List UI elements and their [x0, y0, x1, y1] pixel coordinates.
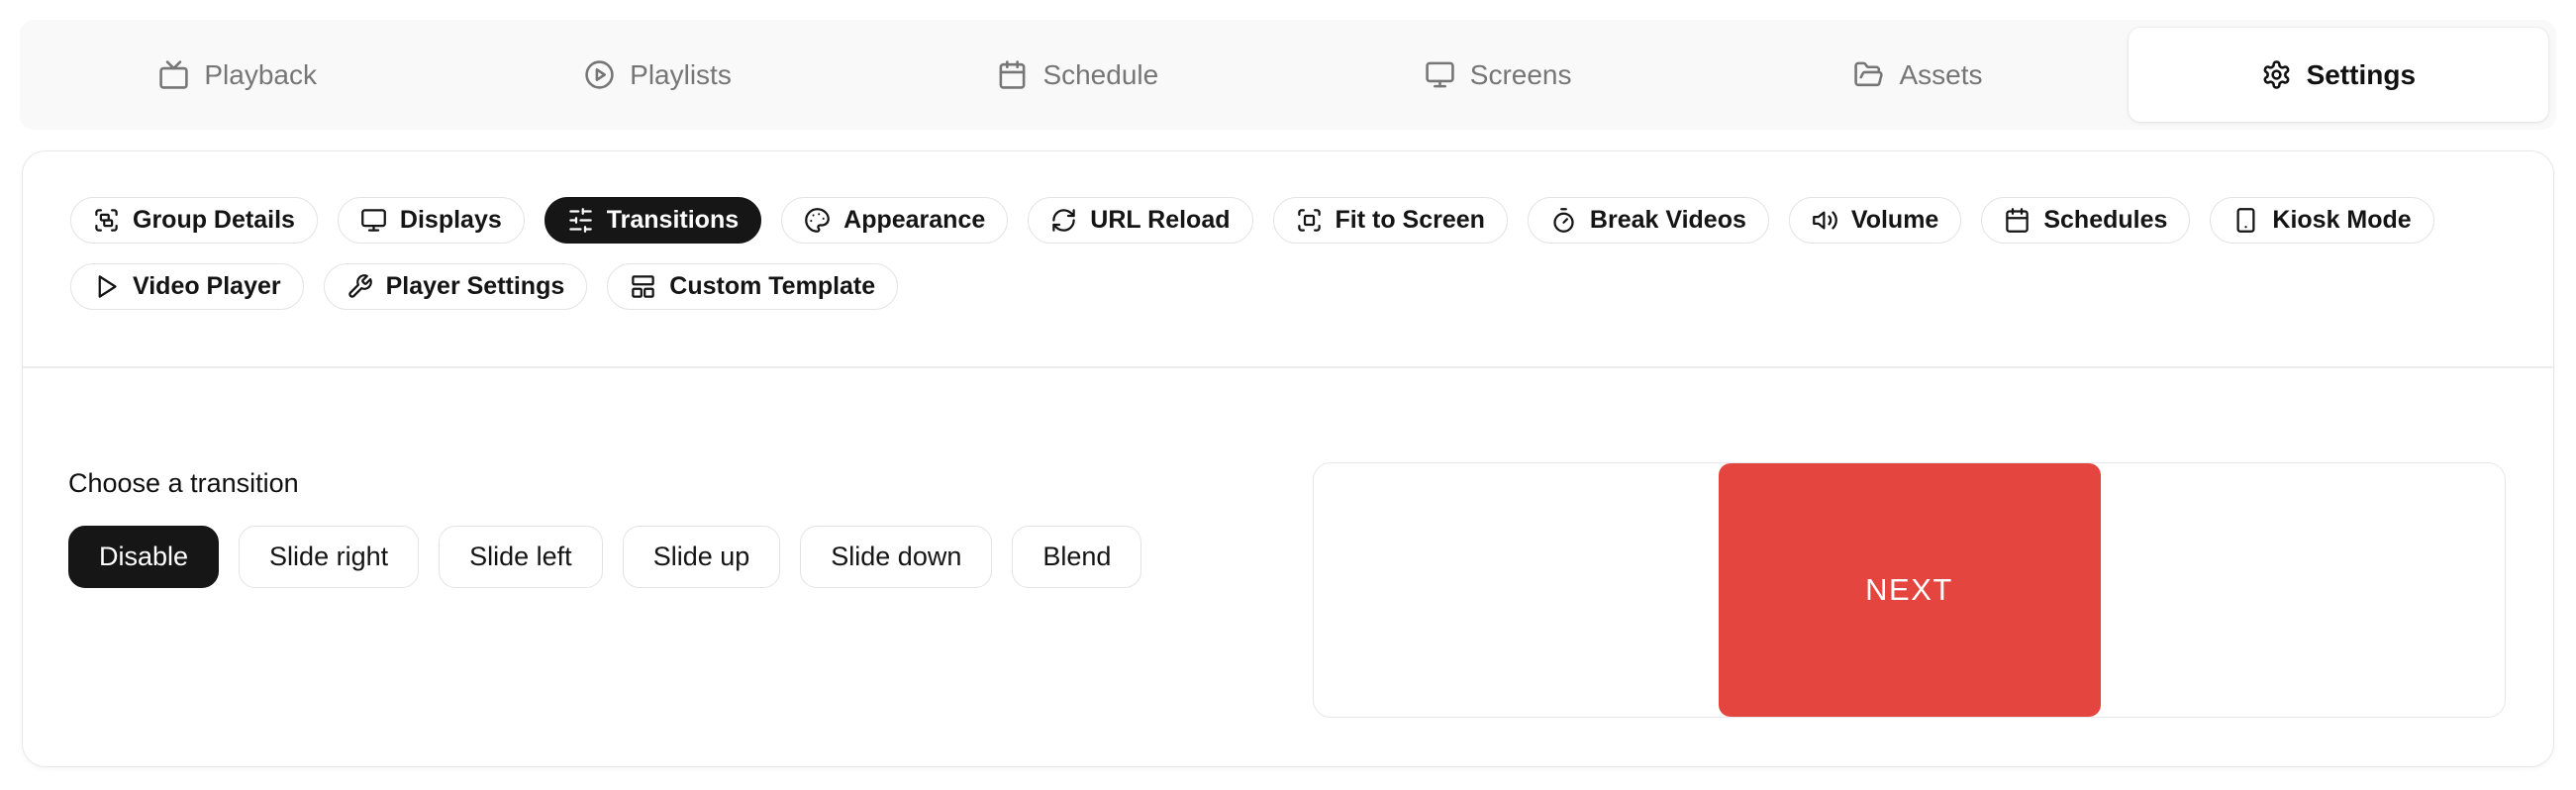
transition-option-slide-up-label: Slide up [653, 542, 750, 572]
settings-tab-player-settings-label: Player Settings [386, 272, 565, 301]
tv-icon [158, 59, 189, 90]
section-heading: Choose a transition [68, 468, 1141, 499]
settings-tab-bar: Group Details Displays Transitions Appea… [23, 151, 2553, 310]
tab-screens[interactable]: Screens [1288, 28, 1708, 122]
transition-chooser: Choose a transition Disable Slide right … [68, 462, 1141, 588]
settings-tab-volume[interactable]: Volume [1789, 197, 1961, 244]
transition-option-disable[interactable]: Disable [68, 526, 219, 588]
settings-tab-custom-template-label: Custom Template [669, 272, 875, 301]
transition-options: Disable Slide right Slide left Slide up … [68, 526, 1141, 588]
transition-option-disable-label: Disable [99, 542, 188, 572]
volume-icon [1812, 207, 1838, 234]
transition-option-slide-up[interactable]: Slide up [623, 526, 781, 588]
tab-schedule-label: Schedule [1042, 59, 1158, 91]
settings-tab-displays[interactable]: Displays [338, 197, 525, 244]
settings-tab-group-details-label: Group Details [133, 206, 295, 235]
transition-option-slide-left[interactable]: Slide left [439, 526, 603, 588]
monitor-icon [1425, 59, 1455, 90]
refresh-icon [1050, 207, 1077, 234]
tab-playback[interactable]: Playback [28, 28, 447, 122]
tablet-icon [2232, 207, 2259, 234]
group-icon [93, 207, 120, 234]
monitor-icon [360, 207, 387, 234]
wrench-icon [347, 273, 373, 300]
preview-next-label: NEXT [1865, 572, 1953, 608]
sliders-icon [567, 207, 594, 234]
tab-assets[interactable]: Assets [1708, 28, 2128, 122]
settings-tab-video-player-label: Video Player [133, 272, 281, 301]
settings-card: Group Details Displays Transitions Appea… [22, 150, 2554, 767]
transition-option-blend-label: Blend [1042, 542, 1111, 572]
settings-tab-url-reload-label: URL Reload [1090, 206, 1230, 235]
settings-tab-schedules[interactable]: Schedules [1981, 197, 2190, 244]
folder-open-icon [1853, 59, 1884, 90]
tab-screens-label: Screens [1470, 59, 1572, 91]
tab-schedule[interactable]: Schedule [868, 28, 1288, 122]
timer-icon [1550, 207, 1577, 234]
transition-option-slide-right-label: Slide right [269, 542, 388, 572]
settings-page: Playback Playlists Schedule Screens Asse… [0, 0, 2576, 790]
transition-option-slide-right[interactable]: Slide right [239, 526, 419, 588]
settings-tab-fit-to-screen-label: Fit to Screen [1336, 206, 1485, 235]
settings-tab-url-reload[interactable]: URL Reload [1028, 197, 1252, 244]
settings-tab-group-details[interactable]: Group Details [70, 197, 318, 244]
transition-preview-panel: NEXT [1313, 462, 2506, 718]
settings-tab-kiosk-mode-label: Kiosk Mode [2272, 206, 2411, 235]
transition-option-slide-left-label: Slide left [469, 542, 572, 572]
settings-tab-video-player[interactable]: Video Player [70, 263, 304, 310]
tab-settings-label: Settings [2307, 59, 2416, 91]
play-icon [93, 273, 120, 300]
settings-tab-fit-to-screen[interactable]: Fit to Screen [1273, 197, 1508, 244]
tab-assets-label: Assets [1899, 59, 1982, 91]
settings-tab-displays-label: Displays [400, 206, 502, 235]
gear-icon [2261, 59, 2292, 90]
settings-tab-transitions[interactable]: Transitions [545, 197, 761, 244]
settings-tab-player-settings[interactable]: Player Settings [324, 263, 588, 310]
transition-option-blend[interactable]: Blend [1012, 526, 1141, 588]
fit-screen-icon [1296, 207, 1323, 234]
transition-option-slide-down-label: Slide down [831, 542, 961, 572]
preview-next-slide: NEXT [1719, 463, 2101, 717]
settings-tab-custom-template[interactable]: Custom Template [607, 263, 898, 310]
settings-tab-break-videos[interactable]: Break Videos [1528, 197, 1769, 244]
settings-tab-transitions-label: Transitions [607, 206, 739, 235]
settings-tab-appearance[interactable]: Appearance [781, 197, 1008, 244]
transition-option-slide-down[interactable]: Slide down [800, 526, 992, 588]
settings-tab-kiosk-mode[interactable]: Kiosk Mode [2210, 197, 2433, 244]
calendar-icon [2004, 207, 2031, 234]
settings-tab-appearance-label: Appearance [843, 206, 985, 235]
tab-settings[interactable]: Settings [2129, 28, 2548, 122]
palette-icon [804, 207, 831, 234]
calendar-icon [997, 59, 1028, 90]
layout-icon [630, 273, 656, 300]
transition-section: Choose a transition Disable Slide right … [23, 368, 2553, 718]
tab-playlists-label: Playlists [630, 59, 732, 91]
settings-tab-volume-label: Volume [1851, 206, 1938, 235]
settings-tab-row-2: Video Player Player Settings Custom Temp… [70, 263, 2506, 310]
tab-playlists[interactable]: Playlists [447, 28, 867, 122]
settings-tab-schedules-label: Schedules [2043, 206, 2167, 235]
tab-playback-label: Playback [204, 59, 317, 91]
play-circle-icon [584, 59, 615, 90]
settings-tab-break-videos-label: Break Videos [1590, 206, 1746, 235]
settings-tab-row-1: Group Details Displays Transitions Appea… [70, 197, 2506, 244]
main-nav: Playback Playlists Schedule Screens Asse… [20, 20, 2556, 130]
